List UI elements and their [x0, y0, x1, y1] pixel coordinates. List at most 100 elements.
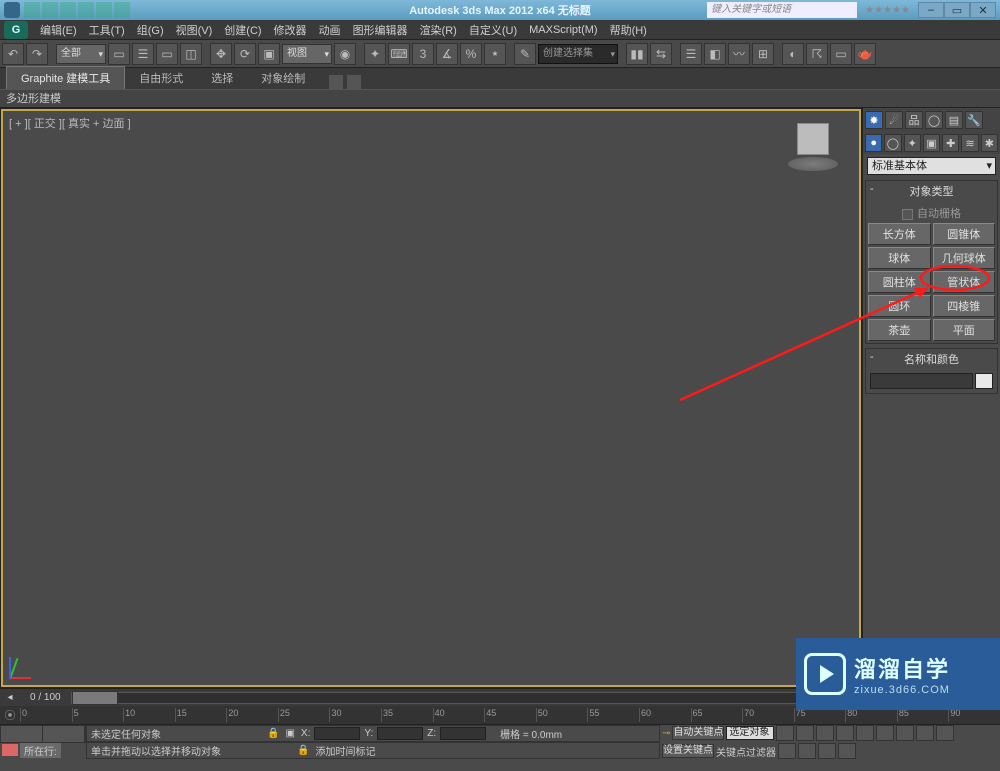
tube-button[interactable]: 管状体 [933, 271, 996, 293]
z-field[interactable] [440, 727, 486, 740]
qat-btn[interactable] [114, 2, 130, 18]
trackbar-toggle-icon[interactable]: ⦿ [0, 707, 20, 723]
key-filter-selected[interactable]: 选定对象 [726, 726, 774, 740]
pivot-icon[interactable]: ◉ [334, 43, 356, 65]
modify-tab-icon[interactable]: ☄ [885, 111, 903, 129]
geosphere-button[interactable]: 几何球体 [933, 247, 996, 269]
menu-grapheditors[interactable]: 图形编辑器 [353, 22, 408, 38]
material-editor-icon[interactable]: ◐ [782, 43, 804, 65]
shapes-cat-icon[interactable]: ◯ [884, 134, 901, 152]
key-filters-label[interactable]: 关键点过滤器 [716, 744, 776, 759]
nav-region-icon[interactable] [818, 743, 836, 759]
percent-snap-icon[interactable]: % [460, 43, 482, 65]
ribbon-panel-label[interactable]: 多边形建模 [0, 90, 1000, 108]
x-field[interactable] [314, 727, 360, 740]
object-color-swatch[interactable] [975, 373, 993, 389]
rotate-icon[interactable]: ⟳ [234, 43, 256, 65]
mini-listener[interactable] [0, 725, 86, 743]
prev-frame-icon[interactable] [796, 725, 814, 741]
nav-maximize-icon[interactable] [936, 725, 954, 741]
next-frame-icon[interactable] [836, 725, 854, 741]
systems-cat-icon[interactable]: ✱ [981, 134, 998, 152]
named-sel-sets-dropdown[interactable]: 创建选择集 [538, 44, 618, 64]
lock-selection-icon[interactable]: 🔒 [267, 728, 279, 739]
nav-zoom-all-icon[interactable] [778, 743, 796, 759]
mirror-icon[interactable]: ▮▮ [626, 43, 648, 65]
nav-zoom-icon[interactable] [896, 725, 914, 741]
align-icon[interactable]: ⇆ [650, 43, 672, 65]
qat-btn[interactable] [78, 2, 94, 18]
isolate-icon[interactable]: ▣ [285, 728, 294, 739]
select-object-icon[interactable]: ▭ [108, 43, 130, 65]
ribbon-collapse-icon[interactable] [329, 75, 343, 89]
render-frame-icon[interactable]: ▭ [830, 43, 852, 65]
trackbar-ruler[interactable]: 051015202530354045505560657075808590 [20, 708, 1000, 722]
rollout-header-object-type[interactable]: 对象类型 [866, 181, 997, 201]
display-tab-icon[interactable]: ▤ [945, 111, 963, 129]
cameras-cat-icon[interactable]: ▣ [923, 134, 940, 152]
menu-views[interactable]: 视图(V) [176, 22, 213, 38]
tab-graphite[interactable]: Graphite 建模工具 [6, 66, 125, 89]
helpers-cat-icon[interactable]: ✚ [942, 134, 959, 152]
nav-max-toggle-icon[interactable] [838, 743, 856, 759]
scale-icon[interactable]: ▣ [258, 43, 280, 65]
viewcube-cube-icon[interactable] [797, 123, 829, 155]
cylinder-button[interactable]: 圆柱体 [868, 271, 931, 293]
rollout-header-name-color[interactable]: 名称和颜色 [866, 349, 997, 369]
torus-button[interactable]: 圆环 [868, 295, 931, 317]
maximize-button[interactable]: ▭ [944, 2, 970, 18]
render-setup-icon[interactable]: ☈ [806, 43, 828, 65]
ribbon-opt-icon[interactable] [347, 75, 361, 89]
schematic-view-icon[interactable]: ⊞ [752, 43, 774, 65]
plane-button[interactable]: 平面 [933, 319, 996, 341]
cone-button[interactable]: 圆锥体 [933, 223, 996, 245]
edit-named-sel-icon[interactable]: ✎ [514, 43, 536, 65]
lights-cat-icon[interactable]: ✦ [904, 134, 921, 152]
add-time-tag[interactable]: 添加时间标记 [315, 743, 375, 758]
menu-animation[interactable]: 动画 [319, 22, 341, 38]
menu-modifiers[interactable]: 修改器 [274, 22, 307, 38]
nav-pan-icon[interactable] [876, 725, 894, 741]
close-button[interactable]: ✕ [970, 2, 996, 18]
autogrid-checkbox[interactable]: 自动栅格 [868, 203, 995, 223]
play-icon[interactable] [816, 725, 834, 741]
qat-btn[interactable] [96, 2, 112, 18]
time-slider-handle[interactable] [72, 691, 118, 705]
viewcube[interactable] [785, 119, 841, 175]
tab-objectpaint[interactable]: 对象绘制 [247, 67, 319, 89]
geometry-category-dropdown[interactable]: 标准基本体 [867, 157, 996, 175]
select-by-name-icon[interactable]: ☰ [132, 43, 154, 65]
application-button[interactable]: G [4, 21, 28, 39]
menu-maxscript[interactable]: MAXScript(M) [529, 24, 597, 36]
layer-manager-icon[interactable]: ☰ [680, 43, 702, 65]
create-tab-icon[interactable]: ✸ [865, 111, 883, 129]
manipulate-icon[interactable]: ✦ [364, 43, 386, 65]
redo-icon[interactable]: ↷ [26, 43, 48, 65]
object-name-field[interactable] [870, 373, 973, 389]
qat-btn[interactable] [24, 2, 40, 18]
motion-tab-icon[interactable]: ◯ [925, 111, 943, 129]
auto-key-button[interactable]: 自动关键点 [672, 726, 724, 740]
render-icon[interactable]: 🫖 [854, 43, 876, 65]
angle-snap-icon[interactable]: ∡ [436, 43, 458, 65]
box-button[interactable]: 长方体 [868, 223, 931, 245]
teapot-button[interactable]: 茶壶 [868, 319, 931, 341]
pyramid-button[interactable]: 四棱锥 [933, 295, 996, 317]
snap-toggle-icon[interactable]: 3 [412, 43, 434, 65]
lock-icon[interactable]: 🔒 [297, 745, 309, 756]
spacewarps-cat-icon[interactable]: ≋ [961, 134, 978, 152]
graphite-icon[interactable]: ◧ [704, 43, 726, 65]
y-field[interactable] [377, 727, 423, 740]
window-crossing-icon[interactable]: ◫ [180, 43, 202, 65]
sphere-button[interactable]: 球体 [868, 247, 931, 269]
set-key-button[interactable]: 设置关键点 [662, 744, 714, 758]
goto-end-icon[interactable] [856, 725, 874, 741]
utilities-tab-icon[interactable]: 🔧 [965, 111, 983, 129]
help-search[interactable]: 键入关键字或短语 [707, 2, 857, 18]
menu-edit[interactable]: 编辑(E) [40, 22, 77, 38]
tab-freeform[interactable]: 自由形式 [125, 67, 197, 89]
move-icon[interactable]: ✥ [210, 43, 232, 65]
hierarchy-tab-icon[interactable]: 品 [905, 111, 923, 129]
goto-start-icon[interactable] [776, 725, 794, 741]
minimize-button[interactable]: – [918, 2, 944, 18]
